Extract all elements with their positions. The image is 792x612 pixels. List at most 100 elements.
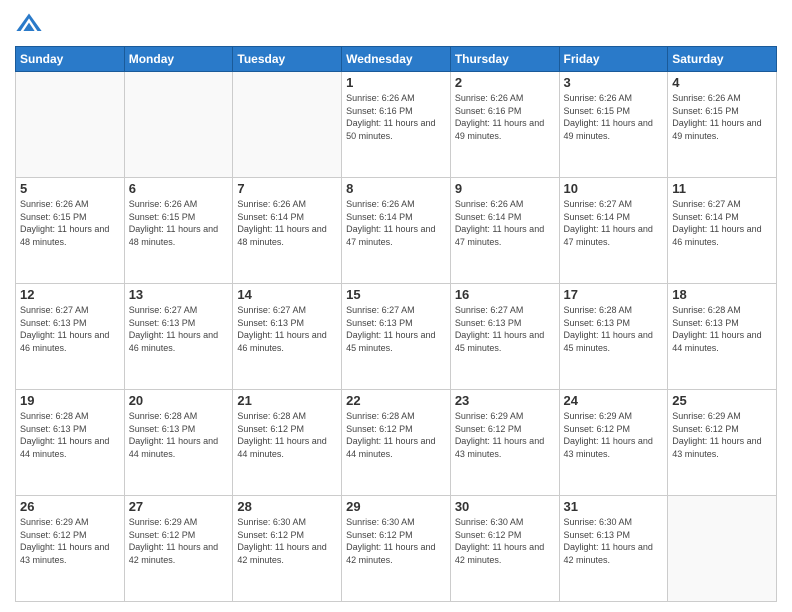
logo xyxy=(15,10,47,38)
day-number: 6 xyxy=(129,181,229,196)
sun-info: Sunrise: 6:26 AMSunset: 6:14 PMDaylight:… xyxy=(455,198,555,248)
day-number: 24 xyxy=(564,393,664,408)
calendar-cell: 5 Sunrise: 6:26 AMSunset: 6:15 PMDaylight… xyxy=(16,178,125,284)
sun-info: Sunrise: 6:26 AMSunset: 6:16 PMDaylight:… xyxy=(455,92,555,142)
weekday-header: Wednesday xyxy=(342,47,451,72)
sun-info: Sunrise: 6:27 AMSunset: 6:14 PMDaylight:… xyxy=(564,198,664,248)
header xyxy=(15,10,777,38)
day-number: 8 xyxy=(346,181,446,196)
day-number: 22 xyxy=(346,393,446,408)
day-number: 17 xyxy=(564,287,664,302)
sun-info: Sunrise: 6:26 AMSunset: 6:15 PMDaylight:… xyxy=(20,198,120,248)
calendar-cell: 25 Sunrise: 6:29 AMSunset: 6:12 PMDayligh… xyxy=(668,390,777,496)
weekday-header: Thursday xyxy=(450,47,559,72)
calendar-cell: 11 Sunrise: 6:27 AMSunset: 6:14 PMDayligh… xyxy=(668,178,777,284)
sun-info: Sunrise: 6:29 AMSunset: 6:12 PMDaylight:… xyxy=(20,516,120,566)
logo-icon xyxy=(15,10,43,38)
weekday-header: Sunday xyxy=(16,47,125,72)
day-number: 20 xyxy=(129,393,229,408)
sun-info: Sunrise: 6:27 AMSunset: 6:13 PMDaylight:… xyxy=(455,304,555,354)
calendar-week-row: 1 Sunrise: 6:26 AMSunset: 6:16 PMDaylight… xyxy=(16,72,777,178)
calendar-cell: 19Sunrise: 6:28 AMSunset: 6:13 PMDayligh… xyxy=(16,390,125,496)
calendar-cell: 24 Sunrise: 6:29 AMSunset: 6:12 PMDayligh… xyxy=(559,390,668,496)
weekday-header-row: SundayMondayTuesdayWednesdayThursdayFrid… xyxy=(16,47,777,72)
calendar-cell: 26 Sunrise: 6:29 AMSunset: 6:12 PMDayligh… xyxy=(16,496,125,602)
day-number: 23 xyxy=(455,393,555,408)
calendar-cell xyxy=(233,72,342,178)
sun-info: Sunrise: 6:28 AMSunset: 6:12 PMDaylight:… xyxy=(346,410,446,460)
calendar-cell: 4 Sunrise: 6:26 AMSunset: 6:15 PMDaylight… xyxy=(668,72,777,178)
sun-info: Sunrise: 6:26 AMSunset: 6:14 PMDaylight:… xyxy=(237,198,337,248)
calendar-cell: 21 Sunrise: 6:28 AMSunset: 6:12 PMDayligh… xyxy=(233,390,342,496)
day-number: 18 xyxy=(672,287,772,302)
calendar-cell: 8 Sunrise: 6:26 AMSunset: 6:14 PMDaylight… xyxy=(342,178,451,284)
calendar-cell: 6 Sunrise: 6:26 AMSunset: 6:15 PMDaylight… xyxy=(124,178,233,284)
calendar-cell: 10 Sunrise: 6:27 AMSunset: 6:14 PMDayligh… xyxy=(559,178,668,284)
day-number: 12 xyxy=(20,287,120,302)
calendar-cell: 15 Sunrise: 6:27 AMSunset: 6:13 PMDayligh… xyxy=(342,284,451,390)
sun-info: Sunrise: 6:28 AMSunset: 6:12 PMDaylight:… xyxy=(237,410,337,460)
calendar-cell: 27 Sunrise: 6:29 AMSunset: 6:12 PMDayligh… xyxy=(124,496,233,602)
sun-info: Sunrise: 6:29 AMSunset: 6:12 PMDaylight:… xyxy=(129,516,229,566)
sun-info: Sunrise: 6:28 AMSunset: 6:13 PMDaylight:… xyxy=(129,410,229,460)
day-number: 21 xyxy=(237,393,337,408)
day-number: 1 xyxy=(346,75,446,90)
sun-info: Sunrise: 6:26 AMSunset: 6:15 PMDaylight:… xyxy=(129,198,229,248)
day-number: 7 xyxy=(237,181,337,196)
day-number: 30 xyxy=(455,499,555,514)
day-number: 27 xyxy=(129,499,229,514)
day-number: 19 xyxy=(20,393,120,408)
calendar-cell xyxy=(16,72,125,178)
sun-info: Sunrise: 6:28 AMSunset: 6:13 PMDaylight:… xyxy=(564,304,664,354)
sun-info: Sunrise: 6:29 AMSunset: 6:12 PMDaylight:… xyxy=(564,410,664,460)
sun-info: Sunrise: 6:26 AMSunset: 6:14 PMDaylight:… xyxy=(346,198,446,248)
calendar-cell: 28 Sunrise: 6:30 AMSunset: 6:12 PMDayligh… xyxy=(233,496,342,602)
day-number: 29 xyxy=(346,499,446,514)
calendar-cell xyxy=(124,72,233,178)
sun-info: Sunrise: 6:30 AMSunset: 6:12 PMDaylight:… xyxy=(455,516,555,566)
calendar-cell: 23 Sunrise: 6:29 AMSunset: 6:12 PMDayligh… xyxy=(450,390,559,496)
sun-info: Sunrise: 6:30 AMSunset: 6:12 PMDaylight:… xyxy=(346,516,446,566)
calendar-cell: 22 Sunrise: 6:28 AMSunset: 6:12 PMDayligh… xyxy=(342,390,451,496)
calendar-week-row: 5 Sunrise: 6:26 AMSunset: 6:15 PMDaylight… xyxy=(16,178,777,284)
calendar-cell: 9 Sunrise: 6:26 AMSunset: 6:14 PMDaylight… xyxy=(450,178,559,284)
calendar-cell: 12 Sunrise: 6:27 AMSunset: 6:13 PMDayligh… xyxy=(16,284,125,390)
sun-info: Sunrise: 6:29 AMSunset: 6:12 PMDaylight:… xyxy=(455,410,555,460)
sun-info: Sunrise: 6:26 AMSunset: 6:15 PMDaylight:… xyxy=(672,92,772,142)
day-number: 28 xyxy=(237,499,337,514)
calendar-cell: 16Sunrise: 6:27 AMSunset: 6:13 PMDayligh… xyxy=(450,284,559,390)
weekday-header: Saturday xyxy=(668,47,777,72)
day-number: 26 xyxy=(20,499,120,514)
calendar-cell: 7 Sunrise: 6:26 AMSunset: 6:14 PMDaylight… xyxy=(233,178,342,284)
calendar-cell: 3Sunrise: 6:26 AMSunset: 6:15 PMDaylight… xyxy=(559,72,668,178)
day-number: 25 xyxy=(672,393,772,408)
calendar-week-row: 26 Sunrise: 6:29 AMSunset: 6:12 PMDayligh… xyxy=(16,496,777,602)
day-number: 10 xyxy=(564,181,664,196)
sun-info: Sunrise: 6:29 AMSunset: 6:12 PMDaylight:… xyxy=(672,410,772,460)
sun-info: Sunrise: 6:30 AMSunset: 6:12 PMDaylight:… xyxy=(237,516,337,566)
day-number: 9 xyxy=(455,181,555,196)
page: SundayMondayTuesdayWednesdayThursdayFrid… xyxy=(0,0,792,612)
sun-info: Sunrise: 6:27 AMSunset: 6:13 PMDaylight:… xyxy=(20,304,120,354)
day-number: 11 xyxy=(672,181,772,196)
calendar-cell xyxy=(668,496,777,602)
sun-info: Sunrise: 6:28 AMSunset: 6:13 PMDaylight:… xyxy=(672,304,772,354)
day-number: 15 xyxy=(346,287,446,302)
day-number: 5 xyxy=(20,181,120,196)
sun-info: Sunrise: 6:27 AMSunset: 6:13 PMDaylight:… xyxy=(237,304,337,354)
day-number: 4 xyxy=(672,75,772,90)
calendar-week-row: 19 Sunrise: 6:28 AMSunset: 6:13 PMDayligh… xyxy=(16,390,777,496)
calendar-cell: 20 Sunrise: 6:28 AMSunset: 6:13 PMDayligh… xyxy=(124,390,233,496)
calendar-cell: 1Sunrise: 6:26 AMSunset: 6:16 PMDaylight… xyxy=(342,72,451,178)
calendar-cell: 2 Sunrise: 6:26 AMSunset: 6:16 PMDaylight… xyxy=(450,72,559,178)
sun-info: Sunrise: 6:27 AMSunset: 6:13 PMDaylight:… xyxy=(346,304,446,354)
calendar-cell: 29 Sunrise: 6:30 AMSunset: 6:12 PMDayligh… xyxy=(342,496,451,602)
calendar-cell: 18 Sunrise: 6:28 AMSunset: 6:13 PMDayligh… xyxy=(668,284,777,390)
weekday-header: Monday xyxy=(124,47,233,72)
day-number: 14 xyxy=(237,287,337,302)
sun-info: Sunrise: 6:30 AMSunset: 6:13 PMDaylight:… xyxy=(564,516,664,566)
sun-info: Sunrise: 6:27 AMSunset: 6:14 PMDaylight:… xyxy=(672,198,772,248)
day-number: 31 xyxy=(564,499,664,514)
sun-info: Sunrise: 6:27 AMSunset: 6:13 PMDaylight:… xyxy=(129,304,229,354)
day-number: 2 xyxy=(455,75,555,90)
